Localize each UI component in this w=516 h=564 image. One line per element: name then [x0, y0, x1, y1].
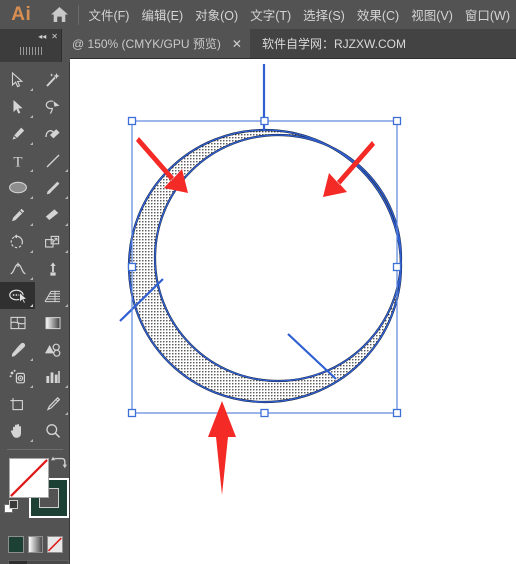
lasso-tool[interactable] [35, 93, 70, 120]
menu-object[interactable]: 对象(O) [189, 0, 244, 29]
gradient-mode-button[interactable] [27, 536, 44, 553]
scale-tool[interactable] [35, 228, 70, 255]
shape-builder-tool[interactable] [0, 282, 35, 309]
menu-view[interactable]: 视图(V) [405, 0, 459, 29]
svg-text:T: T [13, 154, 22, 169]
menu-file[interactable]: 文件(F) [83, 0, 136, 29]
menu-type[interactable]: 文字(T) [244, 0, 297, 29]
pencil-tool[interactable] [0, 201, 35, 228]
fill-swatch[interactable] [9, 458, 49, 498]
flyout-indicator [65, 169, 68, 172]
fill-stroke-controls [0, 456, 70, 530]
mesh-tool[interactable] [0, 309, 35, 336]
menu-divider [77, 4, 79, 25]
ellipse-tool[interactable] [0, 174, 35, 201]
width-tool[interactable] [0, 255, 35, 282]
perspective-grid-tool[interactable] [35, 282, 70, 309]
menu-select[interactable]: 选择(S) [297, 0, 351, 29]
flyout-indicator [65, 304, 68, 307]
home-icon[interactable] [43, 0, 76, 29]
hand-tool[interactable] [0, 417, 35, 444]
artwork-svg [70, 59, 516, 564]
pen-tool[interactable] [0, 120, 35, 147]
eyedropper-tool[interactable] [0, 336, 35, 363]
tool-grid: T [0, 66, 70, 444]
flyout-indicator [65, 385, 68, 388]
flyout-indicator [30, 142, 33, 145]
panel-drag-handle[interactable] [19, 47, 42, 55]
flyout-indicator [30, 88, 33, 91]
flyout-indicator [30, 115, 33, 118]
symbol-sprayer-tool[interactable] [0, 363, 35, 390]
flyout-indicator [30, 304, 33, 307]
flyout-indicator [30, 196, 33, 199]
free-transform-tool[interactable] [35, 255, 70, 282]
flyout-indicator [30, 358, 33, 361]
menu-bar: Ai 文件(F) 编辑(E) 对象(O) 文字(T) 选择(S) 效果(C) 视… [0, 0, 516, 29]
illustrator-window: Ai 文件(F) 编辑(E) 对象(O) 文字(T) 选择(S) 效果(C) 视… [0, 0, 516, 564]
menu-effect[interactable]: 效果(C) [351, 0, 405, 29]
flyout-indicator [65, 412, 68, 415]
artboard-tool[interactable] [0, 390, 35, 417]
document-tab[interactable]: @ 150% (CMYK/GPU 预览) ✕ [62, 29, 250, 58]
flyout-indicator [30, 439, 33, 442]
flyout-indicator [30, 169, 33, 172]
toolbar-divider [6, 449, 63, 450]
close-icon[interactable]: ✕ [230, 34, 244, 54]
document-tab-label: @ 150% (CMYK/GPU 预览) [72, 37, 221, 51]
swap-fill-stroke-icon[interactable] [51, 456, 67, 475]
eraser-tool[interactable] [35, 201, 70, 228]
column-graph-tool[interactable] [35, 363, 70, 390]
direct-selection-tool[interactable] [0, 93, 35, 120]
magic-wand-tool[interactable] [35, 66, 70, 93]
document-tab-bar: @ 150% (CMYK/GPU 预览) ✕ 软件自学网：RJZXW.COM [0, 29, 516, 58]
flyout-indicator [30, 385, 33, 388]
color-mode-buttons [0, 530, 69, 553]
none-slash-icon [48, 537, 63, 552]
slice-tool[interactable] [35, 390, 70, 417]
close-icon[interactable]: ✕ [51, 32, 58, 41]
flyout-indicator [65, 196, 68, 199]
menu-window[interactable]: 窗口(W) [459, 0, 516, 29]
default-fill-stroke-icon[interactable] [4, 500, 19, 520]
app-logo: Ai [11, 3, 32, 25]
paintbrush-tool[interactable] [35, 174, 70, 201]
flyout-indicator [30, 277, 33, 280]
flyout-indicator [65, 250, 68, 253]
curvature-tool[interactable] [35, 120, 70, 147]
none-mode-button[interactable] [47, 536, 64, 553]
color-mode-button[interactable] [8, 536, 24, 553]
selection-tool[interactable] [0, 66, 35, 93]
floating-panel-stub: ◂◂ ✕ [0, 29, 62, 62]
flyout-indicator [30, 250, 33, 253]
flyout-indicator [30, 223, 33, 226]
zoom-tool[interactable] [35, 417, 70, 444]
draw-mode-buttons [8, 560, 69, 564]
watermark-text: 软件自学网：RJZXW.COM [262, 37, 406, 51]
rotate-tool[interactable] [0, 228, 35, 255]
panel-titlebar: ◂◂ ✕ [0, 29, 61, 44]
document-canvas[interactable]: 两个重叠圆形构成的月牙形状，带点状图案填充 [70, 58, 516, 564]
tools-panel: T [0, 62, 70, 564]
line-segment-tool[interactable] [35, 147, 70, 174]
collapse-icon[interactable]: ◂◂ [38, 32, 46, 41]
gradient-tool[interactable] [35, 309, 70, 336]
blend-tool[interactable] [35, 336, 70, 363]
menu-edit[interactable]: 编辑(E) [135, 0, 189, 29]
none-slash-icon [10, 459, 48, 497]
type-tool[interactable]: T [0, 147, 35, 174]
flyout-indicator [65, 223, 68, 226]
